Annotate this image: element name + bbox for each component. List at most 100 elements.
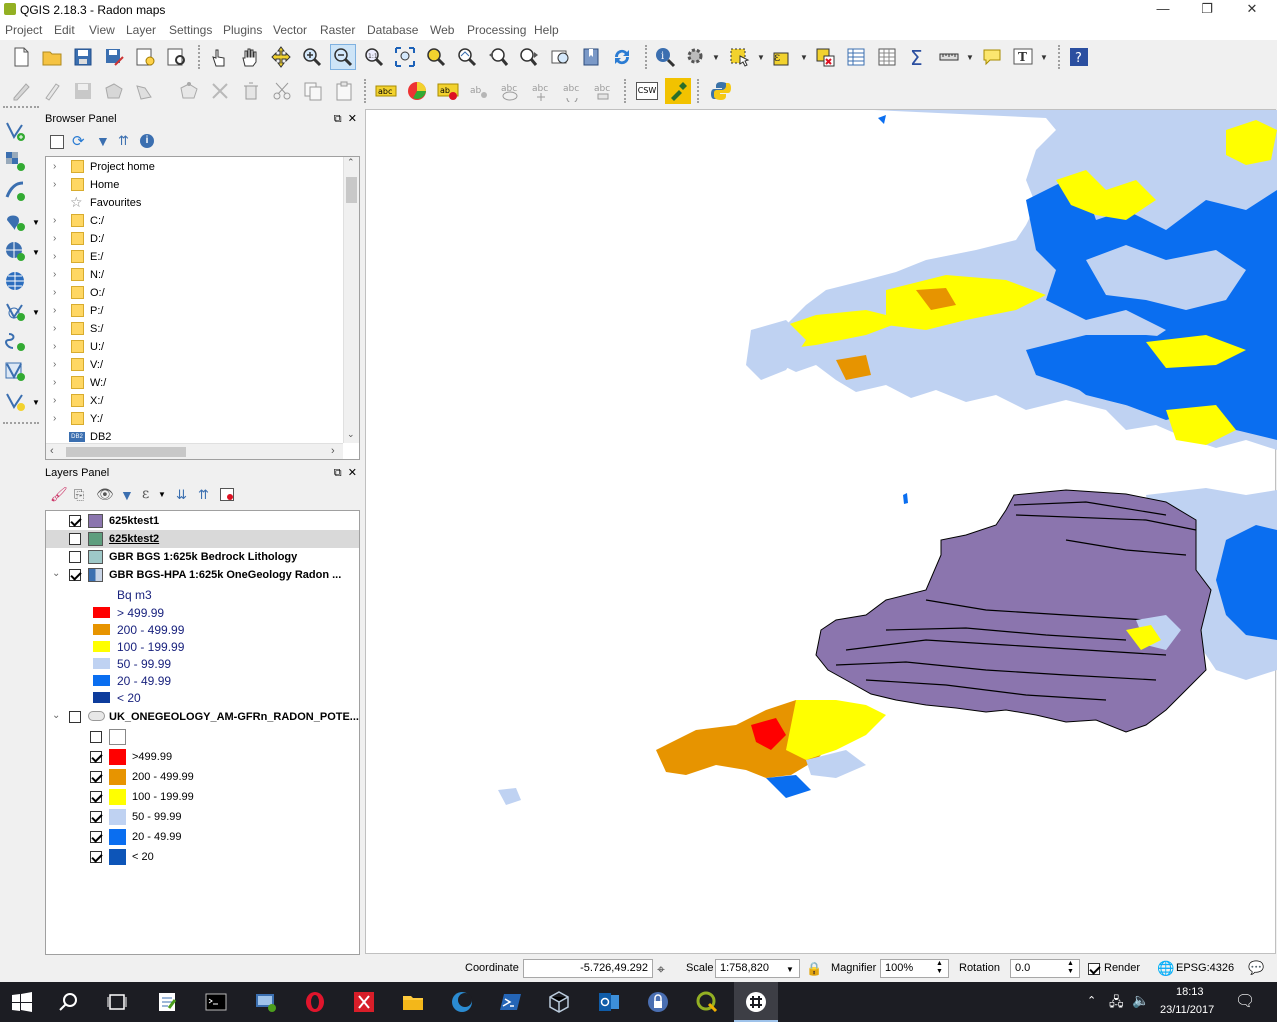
delete-selected-icon[interactable]	[207, 78, 233, 104]
dropdown-arrow-icon[interactable]: ▼	[712, 53, 720, 62]
change-label-icon[interactable]: abc	[590, 78, 616, 104]
map-render[interactable]	[366, 110, 1277, 955]
menu-raster[interactable]: Raster	[320, 23, 355, 37]
chevron-right-icon[interactable]: ›	[53, 323, 56, 334]
legend-item-checkbox[interactable]	[90, 791, 102, 803]
vertical-scrollbar[interactable]: ⌃ ⌄	[343, 157, 359, 443]
legend-item-checkbox[interactable]	[90, 751, 102, 763]
plugin-icon[interactable]	[665, 78, 691, 104]
pale-moon-browser-icon[interactable]	[450, 990, 474, 1014]
layer-row-radon-raster[interactable]: ⌄ GBR BGS-HPA 1:625k OneGeology Radon ..…	[46, 566, 359, 584]
dropdown-arrow-icon[interactable]: ▼	[158, 490, 166, 499]
close-panel-icon[interactable]: ✕	[348, 113, 357, 125]
menu-plugins[interactable]: Plugins	[223, 23, 262, 37]
show-hidden-icons-icon[interactable]: ⌃	[1087, 994, 1096, 1007]
text-annotation-icon[interactable]: T	[1010, 44, 1036, 70]
current-edits-icon[interactable]	[8, 78, 34, 104]
select-features-icon[interactable]	[726, 44, 752, 70]
cut-features-icon[interactable]	[269, 78, 295, 104]
dropdown-arrow-icon[interactable]: ▼	[800, 53, 808, 62]
add-delimited-text-layer-icon[interactable]	[2, 328, 28, 354]
dropdown-arrow-icon[interactable]: ▼	[32, 398, 40, 407]
dropdown-arrow-icon[interactable]: ▼	[32, 308, 40, 317]
chevron-right-icon[interactable]: ›	[53, 305, 56, 316]
keepass-lock-icon[interactable]	[646, 990, 670, 1014]
statistical-summary-icon[interactable]: Σ	[905, 44, 931, 70]
volume-icon[interactable]: 🔈	[1132, 992, 1149, 1009]
add-wcs-layer-icon[interactable]	[2, 268, 28, 294]
browser-item-drive[interactable]: › P:/	[46, 302, 359, 320]
layer-visibility-checkbox[interactable]	[69, 533, 81, 545]
dropdown-arrow-icon[interactable]: ▼	[1040, 53, 1048, 62]
chevron-right-icon[interactable]: ›	[53, 161, 56, 172]
refresh-icon[interactable]: ⟳	[72, 132, 85, 150]
dropdown-arrow-icon[interactable]: ▼	[32, 248, 40, 257]
crs-label[interactable]: EPSG:4326	[1176, 962, 1234, 974]
outlook-icon[interactable]	[597, 990, 621, 1014]
browser-item-drive[interactable]: › Y:/	[46, 410, 359, 428]
collapse-all-icon[interactable]: ⇈	[198, 487, 209, 503]
task-view-icon[interactable]	[105, 990, 129, 1014]
new-print-composer-icon[interactable]	[132, 44, 158, 70]
refresh-icon[interactable]	[609, 44, 635, 70]
opera-browser-icon[interactable]	[303, 990, 327, 1014]
menu-database[interactable]: Database	[367, 23, 418, 37]
metasearch-csw-button[interactable]: CSW	[634, 78, 660, 104]
browser-item-drive[interactable]: › O:/	[46, 284, 359, 302]
highlight-pinned-labels-icon[interactable]: ab	[435, 78, 461, 104]
python-console-icon[interactable]	[708, 78, 734, 104]
spin-arrows-icon[interactable]: ▲ ▼	[936, 960, 943, 976]
chevron-down-icon[interactable]: ⌄	[52, 568, 60, 579]
save-project-icon[interactable]	[70, 44, 96, 70]
measure-line-icon[interactable]	[936, 44, 962, 70]
add-wms-layer-icon[interactable]	[2, 238, 28, 264]
copy-features-icon[interactable]	[300, 78, 326, 104]
filter-icon[interactable]: ▼	[96, 133, 110, 149]
browser-item-project-home[interactable]: › Project home	[46, 158, 359, 176]
file-explorer-icon[interactable]	[401, 990, 425, 1014]
zoom-native-icon[interactable]: 1:1	[361, 44, 387, 70]
float-panel-icon[interactable]: ⧉	[334, 113, 342, 125]
notepad-app-icon[interactable]	[155, 990, 179, 1014]
chevron-right-icon[interactable]: ›	[53, 179, 56, 190]
move-feature-icon[interactable]	[132, 78, 158, 104]
map-canvas[interactable]	[365, 109, 1277, 955]
toggle-extents-icon[interactable]: ⌖	[657, 961, 665, 978]
field-calculator-icon[interactable]	[874, 44, 900, 70]
taskbar-time[interactable]: 18:13	[1176, 986, 1204, 998]
remote-desktop-icon[interactable]	[254, 990, 278, 1014]
legend-item[interactable]: 50 - 99.99	[88, 808, 348, 828]
search-icon[interactable]	[57, 990, 81, 1014]
chevron-right-icon[interactable]: ›	[53, 269, 56, 280]
properties-info-icon[interactable]: i	[140, 134, 154, 148]
windows-start-icon[interactable]	[10, 990, 34, 1014]
legend-item-checkbox[interactable]	[90, 811, 102, 823]
pin-labels-icon[interactable]: ab	[466, 78, 492, 104]
scroll-thumb[interactable]	[346, 177, 357, 203]
menu-layer[interactable]: Layer	[126, 23, 156, 37]
lock-scale-icon[interactable]: 🔒	[806, 961, 822, 977]
identify-features-icon[interactable]: i	[652, 44, 678, 70]
browser-item-favourites[interactable]: ☆ Favourites	[46, 194, 359, 212]
add-feature-icon[interactable]	[101, 78, 127, 104]
chevron-right-icon[interactable]: ›	[53, 359, 56, 370]
scroll-thumb[interactable]	[66, 447, 186, 457]
browser-item-drive[interactable]: › V:/	[46, 356, 359, 374]
layer-visibility-checkbox[interactable]	[69, 551, 81, 563]
close-panel-icon[interactable]: ✕	[348, 467, 357, 479]
scroll-right-icon[interactable]: ›	[331, 445, 335, 457]
paste-features-icon[interactable]	[331, 78, 357, 104]
add-wfs-layer-icon[interactable]	[2, 298, 28, 324]
visibility-eye-icon[interactable]: 👁	[96, 486, 114, 503]
legend-item[interactable]: < 20	[88, 848, 348, 868]
collapse-all-icon[interactable]: ⇈	[118, 133, 129, 149]
chevron-down-icon[interactable]: ▼	[786, 965, 794, 974]
zoom-out-icon[interactable]	[330, 44, 356, 70]
chevron-down-icon[interactable]: ⌄	[52, 710, 60, 721]
dropdown-arrow-icon[interactable]: ▼	[32, 218, 40, 227]
chevron-right-icon[interactable]: ›	[53, 395, 56, 406]
help-icon[interactable]: ?	[1066, 44, 1092, 70]
browser-item-home[interactable]: › Home	[46, 176, 359, 194]
save-as-icon[interactable]	[101, 44, 127, 70]
zoom-to-layer-icon[interactable]	[454, 44, 480, 70]
